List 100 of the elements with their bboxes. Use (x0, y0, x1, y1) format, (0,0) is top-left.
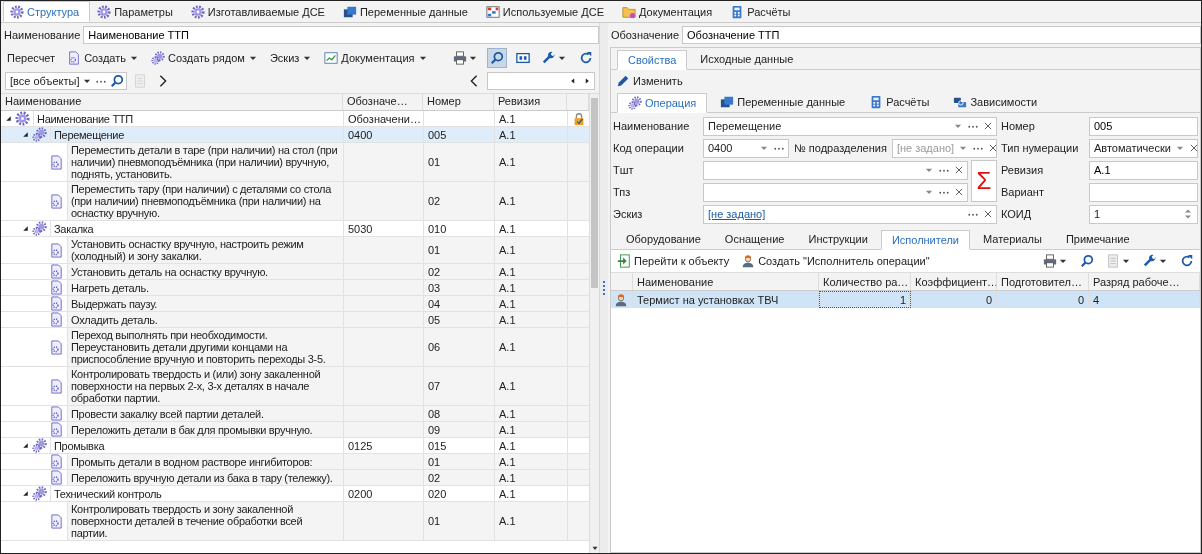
document-icon (49, 193, 64, 209)
toolbar-button[interactable]: Перейти к объекту (614, 251, 733, 271)
document-icon (49, 264, 64, 279)
document-icon (49, 454, 64, 469)
combo-field[interactable] (703, 182, 968, 202)
tree-row[interactable]: Контролировать твердость и (или) зону закаленной поверхности на первых 2-х, 3-х деталях в начале обработки партии. 07 А.1 (1, 367, 589, 406)
tree-row[interactable]: Установить оснастку вручную, настроить режим (холодный) и зону закалки. 01 А.1 (1, 237, 589, 264)
name-field[interactable]: Наименование ТТП (83, 26, 599, 44)
table-cell: 02 (423, 182, 494, 220)
column-header[interactable]: Количество ра… (819, 273, 911, 290)
top-tab[interactable]: Расчёты (723, 1, 802, 22)
search-icon (1080, 254, 1094, 268)
designation-field[interactable]: Обозначение ТТП (682, 26, 1201, 44)
table-cell: Термист на установках ТВЧ (633, 291, 819, 308)
text-field[interactable]: 005 (1089, 116, 1198, 136)
table-cell: 015 (423, 438, 494, 453)
column-header[interactable]: Разряд рабоче… (1089, 273, 1200, 290)
tree-row[interactable]: Переложить детали в бак для промывки вручную. 09 А.1 (1, 422, 589, 438)
toolbar-button[interactable]: Создать "Исполнитель операции" (738, 251, 933, 271)
column-header[interactable]: Номер (423, 94, 494, 110)
top-tab[interactable]: Используемые ДСЕ (478, 1, 616, 22)
tab[interactable]: Инструкции (797, 229, 879, 249)
tab[interactable]: Исходные данные (689, 49, 805, 69)
top-tab[interactable]: Документация (615, 1, 724, 22)
tree-row[interactable]: Установить деталь на оснастку вручную. 02 А.1 (1, 264, 589, 280)
tree-cell: Переместить тару (при наличии) с деталями со стола (при наличии) пневмоподъёмника (при наличии) на оснастку вручную. (67, 182, 343, 220)
search-icon (490, 51, 504, 65)
sum-button[interactable]: Σ (971, 160, 997, 202)
text-field[interactable]: А.1 (1089, 160, 1198, 180)
field-label: Ревизия (1001, 164, 1045, 176)
spin-field[interactable]: 1 (1089, 204, 1198, 224)
tree-cell: Наименование ТТП (33, 111, 343, 126)
top-tab[interactable]: Структура (3, 1, 91, 22)
sketch-link[interactable]: [не задано] (708, 208, 766, 220)
column-header[interactable]: Наименование (633, 273, 819, 290)
table-cell: 1 (819, 291, 911, 308)
table-cell: 005 (423, 127, 494, 142)
toolbar-button[interactable]: Эскиз (266, 48, 316, 68)
top-tab[interactable]: Переменные данные (335, 1, 479, 22)
table-cell: 010 (423, 221, 494, 236)
tab[interactable]: Операция (617, 93, 708, 113)
combo-field[interactable]: Автоматически (1089, 138, 1198, 158)
table-cell: 020 (423, 486, 494, 501)
chart-icon (324, 51, 339, 65)
toolbar-button[interactable]: Пересчет (4, 48, 59, 68)
table-row[interactable]: Термист на установках ТВЧ 1 0 0 4 (611, 291, 1200, 308)
column-header[interactable]: Коэффициент… (911, 273, 997, 290)
tree-row[interactable]: Провести закалку всей партии деталей. 08 А.1 (1, 406, 589, 422)
tree-row[interactable]: Охладить деталь. 05 А.1 (1, 312, 589, 328)
tree-row[interactable]: Контролировать твердость и зону закаленной поверхности деталей в течение обработки всей партии. 01 А.1 (1, 502, 589, 541)
table-cell: 0400 (343, 127, 423, 142)
tree-cell: Промыть детали в водном растворе ингибиторов: (67, 454, 343, 469)
toolbar-button[interactable]: Документация (321, 48, 431, 68)
combo-field[interactable]: Перемещение (703, 116, 997, 136)
tab[interactable]: Исполнители (880, 230, 970, 250)
filter-combo[interactable]: [все объекты] (5, 72, 128, 90)
field-label: Обозначение (611, 29, 680, 41)
tab[interactable]: Материалы (972, 229, 1053, 249)
combo-field[interactable]: 0400 (703, 138, 789, 158)
tab[interactable]: Расчёты (858, 92, 941, 112)
top-tab[interactable]: Изготавливаемые ДСЕ (183, 1, 336, 22)
toolbar-button[interactable]: Создать (64, 48, 142, 68)
tree-row[interactable]: Переместить детали в таре (при наличии) на стол (при наличии) пневмоподъёмника (при наличии) вручную, поднять, установить. 01 А.1 (1, 143, 589, 182)
tree-row[interactable]: Переложить вручную детали из бака в тару (тележку). 02 А.1 (1, 470, 589, 486)
gears-icon (32, 438, 47, 453)
field-label: Номер (1001, 120, 1036, 132)
table-cell: А.1 (494, 367, 567, 405)
tree-row[interactable]: Перемещение 0400 005 А.1 (1, 127, 589, 143)
combo-field[interactable] (703, 160, 968, 180)
tree-row[interactable]: Переход выполнять при необходимости. Переустановить детали другими концами на приспособление вручную и повторить переходы 3-5. 06 А.1 (1, 328, 589, 367)
scroll-thumb[interactable] (591, 98, 598, 288)
edit-button[interactable]: Изменить (613, 70, 686, 91)
column-header[interactable]: Ревизия (494, 94, 567, 110)
tree-row[interactable]: Выдержать паузу. 04 А.1 (1, 296, 589, 312)
tab[interactable]: Зависимости (942, 92, 1049, 112)
table-cell: А.1 (494, 470, 567, 485)
document-icon (49, 312, 64, 327)
link-field[interactable]: [не задано] (703, 204, 997, 224)
tab[interactable]: Оснащение (713, 229, 796, 249)
scroll-field[interactable] (487, 72, 595, 90)
column-header[interactable]: Обозначе… (343, 94, 423, 110)
top-tab[interactable]: Параметры (90, 1, 184, 22)
text-field[interactable] (1089, 182, 1198, 202)
tree-row[interactable]: Промыть детали в водном растворе ингибиторов: 01 А.1 (1, 454, 589, 470)
field-value: 1 (1094, 208, 1102, 220)
tree-row[interactable]: Нагреть деталь. 03 А.1 (1, 280, 589, 296)
search-toggle[interactable] (487, 48, 507, 68)
column-header[interactable]: Подготовител… (997, 273, 1089, 290)
tree-row[interactable]: Переместить тару (при наличии) с деталями со стола (при наличии) пневмоподъёмника (при наличии) на оснастку вручную. 02 А.1 (1, 182, 589, 221)
tab[interactable]: Оборудование (615, 229, 712, 249)
toolbar-button[interactable]: Создать рядом (148, 48, 261, 68)
refresh-icon (579, 51, 593, 65)
tree-cell: Переместить детали в таре (при наличии) на стол (при наличии) пневмоподъёмника (при наличии) вручную, поднять, установить. (67, 143, 343, 181)
tab[interactable]: Примечание (1054, 229, 1141, 249)
tree-cell: Установить деталь на оснастку вручную. (67, 264, 343, 279)
tab[interactable]: Переменные данные (709, 92, 857, 112)
column-header[interactable]: Наименование (1, 94, 343, 110)
tab[interactable]: Свойства (617, 50, 688, 70)
scrollbar[interactable] (589, 94, 599, 553)
table-icon (485, 4, 500, 19)
